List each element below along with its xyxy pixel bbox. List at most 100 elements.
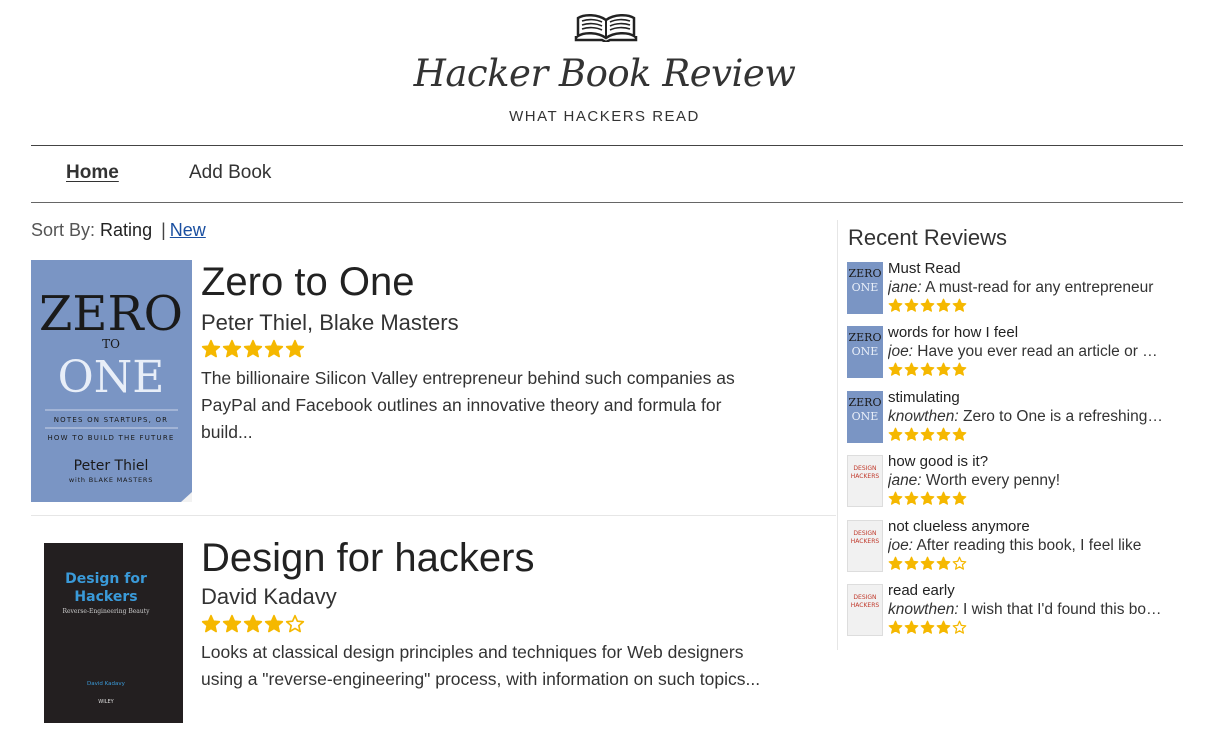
cover-coauthor: with BLAKE MASTERS — [69, 476, 153, 484]
star-filled-icon — [936, 298, 951, 312]
cover-title-one: ONE — [58, 352, 165, 403]
star-filled-icon — [264, 614, 284, 633]
cover-author: Peter Thiel — [74, 458, 149, 474]
cover-publisher: WILEY — [98, 699, 114, 705]
cover-subtitle-1: NOTES ON STARTUPS, OR — [54, 416, 169, 424]
review-user: joe: — [888, 343, 913, 360]
review-title: words for how I feel — [888, 324, 1019, 341]
sort-option-new-link[interactable]: New — [170, 220, 206, 240]
star-filled-icon — [904, 362, 919, 376]
review-book-thumbnail: ZERO ONE — [847, 326, 883, 378]
review-snippet: jane: A must-read for any entrepreneur — [888, 279, 1163, 297]
review-rating-stars — [888, 620, 967, 636]
review-snippet: joe: After reading this book, I feel lik… — [888, 537, 1163, 555]
review-text: Worth every penny! — [921, 472, 1061, 489]
star-filled-icon — [920, 362, 935, 376]
review-title: stimulating — [888, 389, 960, 406]
sort-option-rating: Rating — [100, 220, 153, 240]
star-filled-icon — [904, 620, 919, 634]
svg-text:ONE: ONE — [852, 410, 879, 423]
svg-text:ZERO: ZERO — [849, 267, 882, 280]
star-filled-icon — [285, 339, 305, 358]
star-filled-icon — [264, 339, 284, 358]
star-empty-icon — [952, 556, 967, 570]
star-filled-icon — [243, 339, 263, 358]
review-text: Zero to One is a refreshing read — [958, 408, 1163, 425]
book-item-design-for-hackers: Design for Hackers Reverse-Engineering B… — [31, 534, 836, 743]
cover-subtitle-2: HOW TO BUILD THE FUTURE — [47, 434, 174, 442]
svg-text:DESIGN: DESIGN — [853, 594, 876, 601]
sidebar-title: Recent Reviews — [848, 225, 1007, 250]
svg-text:HACKERS: HACKERS — [851, 473, 880, 480]
star-filled-icon — [952, 298, 967, 312]
review-rating-stars — [888, 427, 967, 443]
review-item[interactable]: ZERO ONE Must Read jane: A must-read for … — [847, 260, 1177, 318]
star-filled-icon — [904, 427, 919, 441]
star-filled-icon — [201, 339, 221, 358]
review-title: how good is it? — [888, 453, 989, 470]
cover-title-line1: Design for — [65, 571, 147, 587]
review-snippet: jane: Worth every penny! — [888, 472, 1163, 490]
star-filled-icon — [222, 339, 242, 358]
review-snippet: knowthen: Zero to One is a refreshing re… — [888, 408, 1163, 426]
review-book-thumbnail: DESIGN HACKERS — [847, 520, 883, 572]
site-header: Hacker Book Review WHAT HACKERS READ — [0, 0, 1209, 140]
svg-text:ZERO: ZERO — [849, 396, 882, 409]
review-snippet: joe: Have you ever read an article or bo… — [888, 343, 1163, 361]
review-rating-stars — [888, 362, 967, 378]
star-filled-icon — [888, 362, 903, 376]
open-book-icon — [574, 14, 638, 42]
book-cover-zero-to-one[interactable]: ZERO TO ONE NOTES ON STARTUPS, OR HOW TO… — [31, 260, 192, 502]
star-filled-icon — [936, 362, 951, 376]
review-item[interactable]: ZERO ONE words for how I feel joe: Have y… — [847, 324, 1177, 382]
review-text: After reading this book, I feel like — [913, 537, 1142, 554]
star-filled-icon — [920, 427, 935, 441]
svg-text:HACKERS: HACKERS — [851, 538, 880, 545]
review-item[interactable]: DESIGN HACKERS not clueless anymore joe: … — [847, 518, 1177, 576]
cover-author: David Kadavy — [87, 681, 126, 687]
nav-home-link[interactable]: Home — [66, 162, 119, 184]
sort-label: Sort By: — [31, 220, 96, 240]
review-title: read early — [888, 582, 955, 599]
review-user: joe: — [888, 537, 913, 554]
star-filled-icon — [222, 614, 242, 633]
review-text: Have you ever read an article or book — [913, 343, 1163, 360]
star-filled-icon — [952, 362, 967, 376]
review-rating-stars — [888, 491, 967, 507]
recent-reviews-sidebar: Recent Reviews ZERO ONE Must Read jane: A… — [837, 220, 1187, 650]
nav-add-book-link[interactable]: Add Book — [189, 162, 271, 184]
book-title[interactable]: Design for hackers — [201, 536, 534, 581]
star-filled-icon — [936, 427, 951, 441]
site-title: Hacker Book Review — [413, 52, 796, 95]
star-filled-icon — [201, 614, 221, 633]
book-cover-design-for-hackers[interactable]: Design for Hackers Reverse-Engineering B… — [44, 543, 183, 723]
star-filled-icon — [936, 620, 951, 634]
book-description: The billionaire Silicon Valley entrepren… — [201, 368, 735, 442]
review-rating-stars — [888, 298, 967, 314]
star-filled-icon — [888, 298, 903, 312]
star-filled-icon — [243, 614, 263, 633]
star-filled-icon — [920, 556, 935, 570]
star-filled-icon — [936, 556, 951, 570]
book-item-zero-to-one: ZERO TO ONE NOTES ON STARTUPS, OR HOW TO… — [31, 260, 836, 516]
svg-text:ONE: ONE — [852, 345, 879, 358]
book-title[interactable]: Zero to One — [201, 260, 414, 305]
review-user: knowthen: — [888, 601, 959, 618]
review-item[interactable]: ZERO ONE stimulating knowthen: Zero to On… — [847, 389, 1177, 447]
header-divider — [31, 145, 1183, 146]
review-user: jane: — [888, 279, 922, 296]
review-rating-stars — [888, 556, 967, 572]
star-filled-icon — [920, 298, 935, 312]
cover-subtitle: Reverse-Engineering Beauty — [62, 608, 150, 615]
svg-text:ZERO: ZERO — [849, 331, 882, 344]
star-filled-icon — [936, 491, 951, 505]
book-divider — [31, 515, 836, 516]
book-rating-stars — [201, 339, 305, 361]
review-text: A must-read for any entrepreneur — [921, 279, 1154, 296]
review-item[interactable]: DESIGN HACKERS read early knowthen: I wis… — [847, 582, 1177, 640]
sort-separator: | — [161, 220, 166, 240]
review-item[interactable]: DESIGN HACKERS how good is it? jane: Wort… — [847, 453, 1177, 511]
star-filled-icon — [904, 556, 919, 570]
star-filled-icon — [920, 491, 935, 505]
svg-text:DESIGN: DESIGN — [853, 465, 876, 472]
